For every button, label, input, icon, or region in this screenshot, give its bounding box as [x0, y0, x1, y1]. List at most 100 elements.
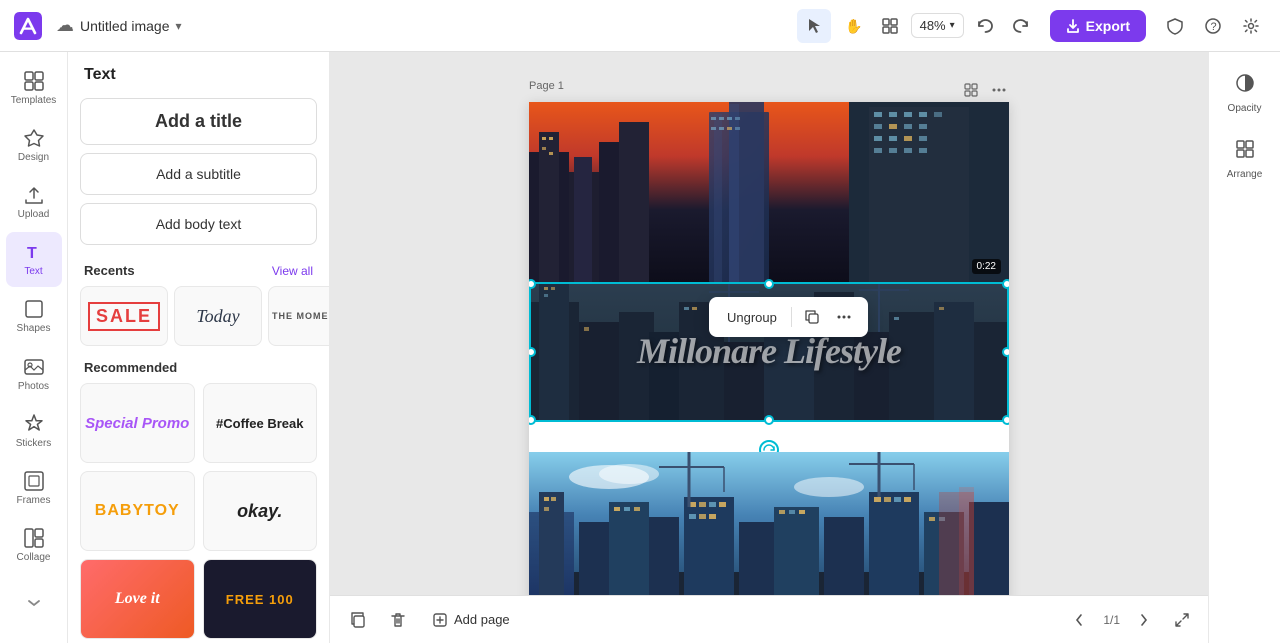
- sidebar-item-design[interactable]: Design: [6, 117, 62, 172]
- opacity-panel-item[interactable]: Opacity: [1215, 64, 1275, 122]
- ungroup-btn[interactable]: Ungroup: [719, 306, 785, 329]
- popup-copy-btn[interactable]: [798, 303, 826, 331]
- page-counter: 1/1: [1103, 613, 1120, 627]
- hand-tool-btn[interactable]: ✋: [835, 9, 869, 43]
- shapes-label: Shapes: [17, 323, 51, 334]
- rec-babytoy-text: BABYTOY: [95, 502, 180, 520]
- sidebar-item-frames[interactable]: Frames: [6, 461, 62, 516]
- sidebar-item-upload[interactable]: Upload: [6, 174, 62, 229]
- add-title-btn[interactable]: Add a title: [80, 98, 317, 145]
- undo-redo: [968, 9, 1038, 43]
- page-top-icons: [961, 80, 1009, 100]
- topbar-right-icons: ?: [1158, 9, 1268, 43]
- rec-item-love[interactable]: Love it: [80, 559, 195, 639]
- recent-item-sale[interactable]: SALE: [80, 286, 168, 346]
- arrange-icon: [1234, 138, 1256, 165]
- export-label: Export: [1086, 18, 1130, 34]
- select-tool-btn[interactable]: [797, 9, 831, 43]
- help-btn[interactable]: ?: [1196, 9, 1230, 43]
- svg-text:✋: ✋: [845, 18, 861, 34]
- sidebar-item-collage[interactable]: Collage: [6, 518, 62, 573]
- frames-label: Frames: [17, 495, 51, 506]
- rec-item-special-promo[interactable]: Special Promo: [80, 383, 195, 463]
- recent-today-text: Today: [196, 306, 239, 327]
- duplicate-page-btn[interactable]: [342, 604, 374, 636]
- add-page-btn[interactable]: Add page: [422, 606, 520, 634]
- layout-tool-btn[interactable]: [873, 9, 907, 43]
- add-body-btn[interactable]: Add body text: [80, 203, 317, 245]
- arrange-label: Arrange: [1227, 169, 1263, 180]
- text-panel-header: Text: [68, 52, 329, 94]
- templates-icon: [23, 70, 45, 92]
- rec-item-okay[interactable]: okay.: [203, 471, 318, 551]
- svg-text:T: T: [27, 245, 37, 262]
- undo-btn[interactable]: [968, 9, 1002, 43]
- rec-free-text: FREE 100: [226, 592, 294, 607]
- page-label: Page 1: [529, 80, 564, 92]
- canvas-area: Page 1: [330, 52, 1208, 643]
- sidebar-item-stickers[interactable]: Stickers: [6, 403, 62, 458]
- design-icon: [23, 127, 45, 149]
- bottom-city-svg: [529, 452, 1009, 595]
- popup-more-btn[interactable]: [830, 303, 858, 331]
- top-city-svg: [529, 102, 1009, 282]
- text-icon: T: [23, 241, 45, 263]
- doc-name[interactable]: Untitled image: [80, 18, 170, 34]
- settings-btn[interactable]: [1234, 9, 1268, 43]
- recent-item-moment[interactable]: THE MOMENT...: [268, 286, 330, 346]
- stickers-label: Stickers: [16, 438, 52, 449]
- rec-special-promo-text: Special Promo: [85, 415, 189, 432]
- recent-item-today[interactable]: Today: [174, 286, 262, 346]
- recent-moment-text: THE MOMENT...: [272, 311, 330, 321]
- collage-icon: [23, 527, 45, 549]
- doc-chevron[interactable]: ▾: [176, 19, 182, 33]
- canvas-scroll[interactable]: Page 1: [330, 52, 1208, 595]
- export-btn[interactable]: Export: [1050, 10, 1146, 42]
- shield-btn[interactable]: [1158, 9, 1192, 43]
- zoom-chevron: ▾: [950, 20, 955, 31]
- design-label: Design: [18, 152, 49, 163]
- rec-coffee-break-text: #Coffee Break: [216, 416, 303, 431]
- sidebar-item-shapes[interactable]: Shapes: [6, 289, 62, 344]
- topbar: ☁ Untitled image ▾ ✋ 48% ▾: [0, 0, 1280, 52]
- main-area: Templates Design Upload T Text Shapes: [0, 52, 1280, 643]
- bottom-image[interactable]: [529, 452, 1009, 595]
- stickers-icon: [23, 413, 45, 435]
- expand-btn[interactable]: [1168, 606, 1196, 634]
- top-image[interactable]: 0:22: [529, 102, 1009, 282]
- topbar-tools: ✋ 48% ▾: [797, 9, 1038, 43]
- page-more-icon[interactable]: [989, 80, 1009, 100]
- opacity-label: Opacity: [1228, 103, 1262, 114]
- prev-page-btn[interactable]: [1063, 604, 1095, 636]
- sidebar-item-photos[interactable]: Photos: [6, 346, 62, 401]
- view-all-link[interactable]: View all: [272, 264, 313, 278]
- text-panel: Text Add a title Add a subtitle Add body…: [68, 52, 330, 643]
- recommended-header: Recommended: [68, 346, 329, 383]
- page-grid-icon[interactable]: [961, 80, 981, 100]
- shapes-icon: [23, 298, 45, 320]
- rec-item-free[interactable]: FREE 100: [203, 559, 318, 639]
- app-logo[interactable]: [12, 10, 44, 42]
- delete-page-btn[interactable]: [382, 604, 414, 636]
- svg-text:?: ?: [1211, 21, 1217, 33]
- zoom-control[interactable]: 48% ▾: [911, 13, 964, 38]
- arrange-panel-item[interactable]: Arrange: [1215, 130, 1275, 188]
- next-page-btn[interactable]: [1128, 604, 1160, 636]
- frames-icon: [23, 470, 45, 492]
- redo-btn[interactable]: [1004, 9, 1038, 43]
- video-duration: 0:22: [972, 259, 1001, 274]
- sidebar-item-templates[interactable]: Templates: [6, 60, 62, 115]
- collage-label: Collage: [17, 552, 51, 563]
- cloud-icon: ☁: [56, 15, 74, 36]
- rec-item-babytoy[interactable]: BABYTOY: [80, 471, 195, 551]
- right-panel: Opacity Arrange: [1208, 52, 1280, 643]
- rec-item-coffee-break[interactable]: #Coffee Break: [203, 383, 318, 463]
- add-subtitle-btn[interactable]: Add a subtitle: [80, 153, 317, 195]
- add-page-label: Add page: [454, 612, 510, 627]
- sidebar-collapse-btn[interactable]: [6, 575, 62, 631]
- rec-okay-text: okay.: [237, 501, 282, 522]
- bottom-right: 1/1: [1063, 604, 1196, 636]
- sidebar-item-text[interactable]: T Text: [6, 232, 62, 287]
- ungroup-popup: Ungroup: [709, 297, 868, 337]
- bottom-bar: Add page 1/1: [330, 595, 1208, 643]
